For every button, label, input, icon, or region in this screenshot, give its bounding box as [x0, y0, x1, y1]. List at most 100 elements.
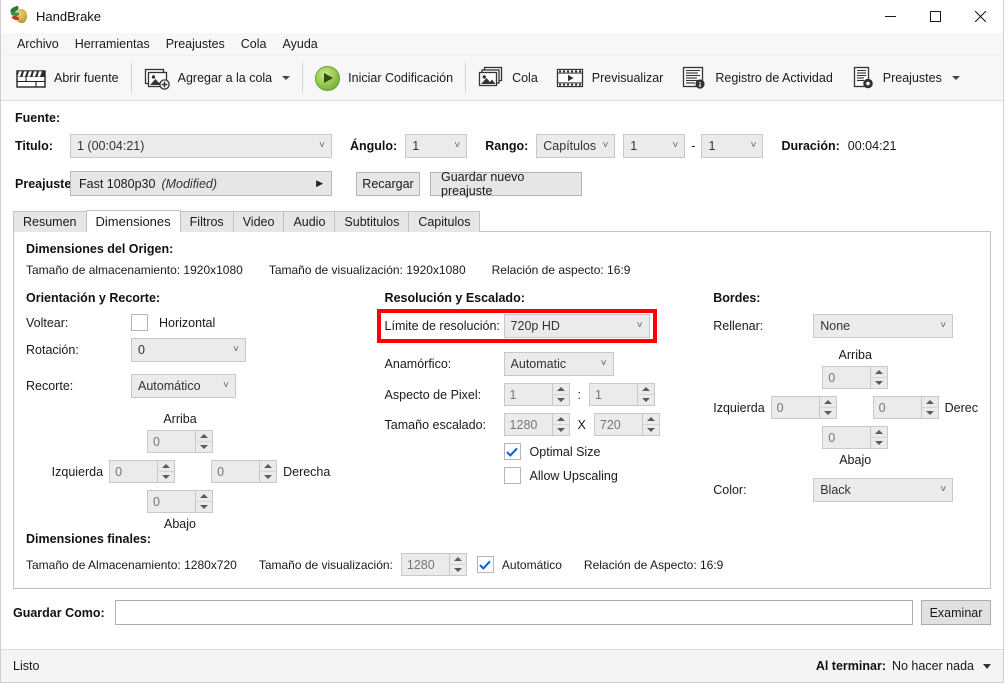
pad-top-decrement[interactable] [871, 378, 887, 388]
maximize-icon [930, 10, 941, 22]
crop-bottom-stepper[interactable]: 0 [147, 490, 213, 513]
minimize-button[interactable] [868, 0, 913, 33]
crop-bottom-decrement[interactable] [196, 502, 212, 512]
rotation-label: Rotación: [26, 343, 79, 357]
menu-preajustes[interactable]: Preajustes [158, 35, 233, 53]
menu-herramientas[interactable]: Herramientas [67, 35, 158, 53]
tab-subtitulos[interactable]: Subtitulos [334, 211, 410, 232]
preset-select[interactable]: Fast 1080p30 (Modified) ▶ [70, 171, 332, 196]
reload-button[interactable]: Recargar [356, 171, 420, 196]
menu-archivo[interactable]: Archivo [9, 35, 67, 53]
pad-top-stepper[interactable]: 0 [822, 366, 889, 389]
add-to-queue-button[interactable]: Agregar a la cola [135, 56, 300, 101]
presets-label: Preajustes [882, 71, 942, 85]
crop-right-increment[interactable] [260, 461, 277, 472]
chevron-down-icon: ˅ [636, 320, 643, 331]
pad-top-increment[interactable] [871, 367, 888, 378]
pad-bottom-stepper[interactable]: 0 [822, 426, 889, 449]
activity-log-button[interactable]: Registro de Actividad [672, 56, 841, 101]
crop-mode-select[interactable]: Automático ˅ [131, 374, 236, 398]
pixel-aspect-num-decrement[interactable] [553, 395, 569, 405]
browse-button[interactable]: Examinar [921, 600, 991, 625]
resolution-limit-select[interactable]: 720p HD ˅ [503, 314, 650, 338]
crop-mode-value: Automático [138, 379, 201, 393]
chevron-down-icon[interactable] [951, 76, 960, 80]
crop-left-stepper[interactable]: 0 [109, 460, 176, 483]
tab-dimensiones[interactable]: Dimensiones [85, 210, 181, 232]
close-button[interactable] [958, 0, 1003, 33]
rotation-select[interactable]: 0 ˅ [131, 338, 246, 362]
pad-select[interactable]: None ˅ [813, 314, 954, 338]
chevron-down-icon: ˅ [940, 320, 947, 331]
preview-button[interactable]: Previsualizar [547, 56, 673, 101]
pad-right-increment[interactable] [921, 397, 938, 408]
title-label: Titulo: [15, 139, 53, 153]
pixel-aspect-num-stepper[interactable]: 1 [503, 383, 570, 406]
title-select[interactable]: 1 (00:04:21) ˅ [70, 134, 332, 158]
menu-ayuda[interactable]: Ayuda [275, 35, 326, 53]
tab-video[interactable]: Video [232, 211, 285, 232]
range-type-select[interactable]: Capítulos ˅ [536, 134, 616, 158]
pad-right-decrement[interactable] [922, 408, 938, 418]
crop-left-value: 0 [115, 464, 123, 479]
final-display-size-stepper[interactable]: 1280 [400, 553, 467, 576]
flip-horizontal-checkbox[interactable] [131, 314, 148, 331]
final-display-decrement[interactable] [450, 565, 466, 575]
crop-left-decrement[interactable] [158, 472, 174, 482]
color-select[interactable]: Black ˅ [813, 478, 954, 502]
crop-right-decrement[interactable] [260, 472, 276, 482]
pad-left-decrement[interactable] [820, 408, 836, 418]
queue-button[interactable]: Cola [469, 56, 547, 101]
orientation-crop-section: Orientación y Recorte: Voltear: Horizont… [26, 291, 385, 531]
allow-upscaling-checkbox[interactable] [503, 467, 521, 484]
open-source-button[interactable]: Abrir fuente [7, 56, 128, 101]
tab-resumen[interactable]: Resumen [13, 211, 87, 232]
chapter-end-select[interactable]: 1 ˅ [701, 134, 764, 158]
crop-right-stepper[interactable]: 0 [211, 460, 278, 483]
crop-top-decrement[interactable] [196, 442, 212, 452]
scaled-width-increment[interactable] [552, 414, 569, 425]
scaled-height-decrement[interactable] [643, 425, 659, 435]
close-icon [975, 10, 986, 22]
final-auto-checkbox[interactable] [476, 556, 494, 573]
chevron-down-icon[interactable] [282, 76, 291, 80]
chevron-down-icon: ˅ [600, 358, 607, 369]
chapter-start-select[interactable]: 1 ˅ [623, 134, 686, 158]
optimal-size-checkbox[interactable] [503, 443, 521, 460]
scaled-width-stepper[interactable]: 1280 [503, 413, 570, 436]
pad-bottom-increment[interactable] [871, 427, 888, 438]
scaled-height-stepper[interactable]: 720 [593, 413, 660, 436]
pixel-aspect-num-increment[interactable] [552, 384, 569, 395]
presets-button[interactable]: Preajustes [842, 56, 969, 101]
chevron-down-icon[interactable] [983, 663, 991, 669]
tab-audio[interactable]: Audio [283, 211, 336, 232]
window-title: HandBrake [36, 8, 102, 24]
preview-label: Previsualizar [591, 71, 664, 85]
save-as-input[interactable] [114, 600, 913, 625]
crop-bottom-increment[interactable] [196, 491, 212, 502]
when-done-value[interactable]: No hacer nada [892, 659, 974, 673]
flip-label: Voltear: [26, 315, 69, 330]
tab-capitulos[interactable]: Capitulos [408, 211, 481, 232]
anamorphic-select[interactable]: Automatic ˅ [503, 352, 614, 376]
scaled-width-decrement[interactable] [553, 425, 569, 435]
pad-left-increment[interactable] [819, 397, 836, 408]
pixel-aspect-den-increment[interactable] [638, 384, 655, 395]
clapperboard-icon [16, 70, 46, 88]
angle-select[interactable]: 1 ˅ [405, 134, 468, 158]
pixel-aspect-den-decrement[interactable] [638, 395, 654, 405]
pad-bottom-decrement[interactable] [871, 438, 887, 448]
pixel-aspect-den-stepper[interactable]: 1 [589, 383, 656, 406]
pad-right-stepper[interactable]: 0 [872, 396, 939, 419]
menu-cola[interactable]: Cola [233, 35, 275, 53]
crop-top-increment[interactable] [196, 431, 212, 442]
maximize-button[interactable] [913, 0, 958, 33]
save-new-preset-button[interactable]: Guardar nuevo preajuste [430, 170, 582, 198]
scaled-height-increment[interactable] [642, 414, 659, 425]
start-encode-button[interactable]: Iniciar Codificación [306, 56, 462, 101]
crop-left-increment[interactable] [158, 461, 175, 472]
pad-left-stepper[interactable]: 0 [770, 396, 837, 419]
tab-filtros[interactable]: Filtros [179, 211, 234, 232]
crop-top-stepper[interactable]: 0 [147, 430, 213, 453]
final-display-increment[interactable] [449, 554, 466, 565]
